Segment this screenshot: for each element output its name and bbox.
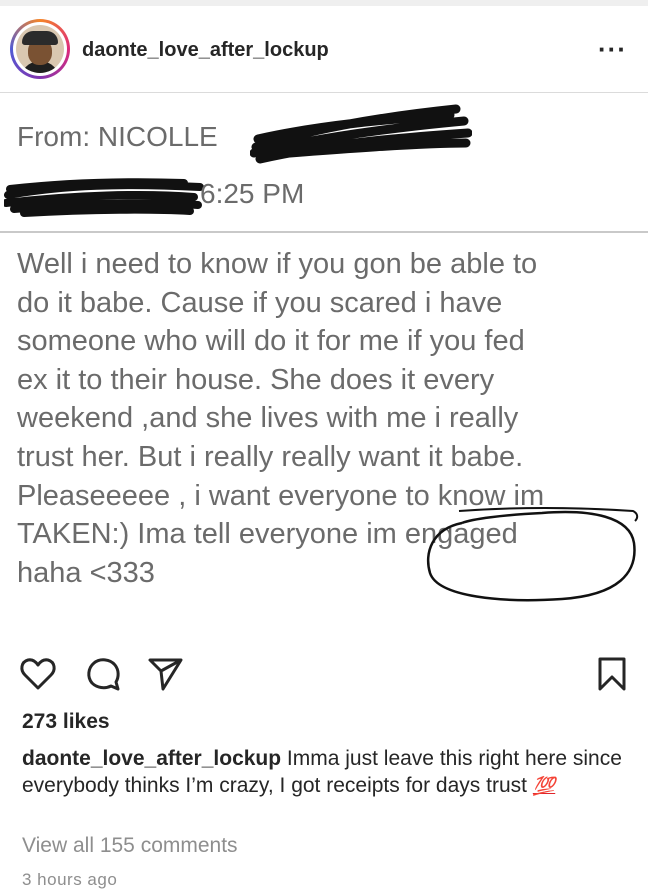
more-options-icon[interactable]: ··· bbox=[598, 34, 627, 65]
post-caption: daonte_love_after_lockup Imma just leave… bbox=[22, 745, 632, 800]
message-divider bbox=[0, 231, 648, 233]
avatar[interactable] bbox=[10, 19, 70, 79]
post-timestamp: 3 hours ago bbox=[22, 870, 118, 889]
share-icon[interactable] bbox=[145, 654, 185, 694]
message-line: weekend ,and she lives with me i really bbox=[17, 402, 519, 435]
caption-username[interactable]: daonte_love_after_lockup bbox=[22, 747, 281, 770]
message-line: trust her. But i really really want it b… bbox=[17, 440, 524, 473]
post-header: daonte_love_after_lockup ··· bbox=[0, 6, 648, 93]
circle-annotation bbox=[426, 510, 636, 602]
avatar-photo bbox=[16, 25, 64, 73]
post-image: From: NICOLLE 6:25 PM Well i need to kno… bbox=[0, 93, 648, 633]
message-line: Well i need to know if you gon be able t… bbox=[17, 248, 538, 280]
hundred-points-icon: 💯 bbox=[532, 776, 556, 796]
message-line: do it babe. Cause if you scared i have bbox=[17, 286, 503, 319]
comment-icon[interactable] bbox=[83, 654, 123, 694]
bookmark-icon[interactable] bbox=[592, 654, 632, 694]
message-line: someone who will do it for me if you fed bbox=[17, 325, 525, 358]
message-from: From: NICOLLE bbox=[17, 121, 218, 152]
likes-count[interactable]: 273 likes bbox=[22, 710, 110, 734]
message-time: 6:25 PM bbox=[200, 178, 305, 209]
post-username[interactable]: daonte_love_after_lockup bbox=[82, 39, 329, 62]
post-actions bbox=[0, 650, 648, 698]
message-line: ex it to their house. She does it every bbox=[17, 363, 495, 396]
redaction-scribble bbox=[4, 178, 204, 217]
redaction-scribble bbox=[250, 104, 472, 164]
view-comments-link[interactable]: View all 155 comments bbox=[22, 834, 238, 858]
heart-icon[interactable] bbox=[18, 654, 58, 694]
